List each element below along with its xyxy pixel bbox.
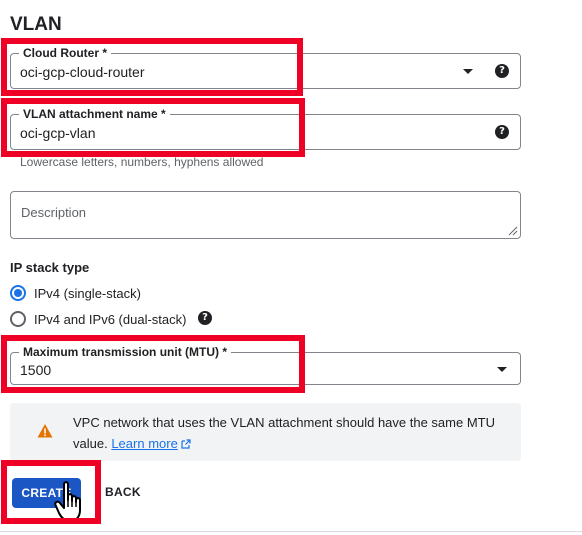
- vlan-attachment-name-value: oci-gcp-vlan: [20, 125, 96, 141]
- ip-stack-type-title: IP stack type: [10, 260, 90, 275]
- radio-label: IPv4 and IPv6 (dual-stack): [34, 311, 187, 327]
- external-link-icon[interactable]: [181, 439, 191, 449]
- radio-label: IPv4 (single-stack): [34, 285, 141, 301]
- mtu-label: Maximum transmission unit (MTU) *: [19, 345, 232, 359]
- help-icon[interactable]: ?: [198, 311, 212, 325]
- help-icon[interactable]: ?: [495, 125, 509, 139]
- warning-text: VPC network that uses the VLAN attachmen…: [73, 412, 513, 454]
- vlan-attachment-name-input[interactable]: VLAN attachment name * oci-gcp-vlan ?: [10, 107, 521, 150]
- back-button[interactable]: BACK: [105, 485, 141, 499]
- cloud-router-value: oci-gcp-cloud-router: [20, 64, 145, 80]
- resize-grip-icon[interactable]: [508, 226, 518, 236]
- caret-down-icon[interactable]: [497, 367, 507, 372]
- cloud-router-label: Cloud Router *: [19, 46, 111, 60]
- mtu-value: 1500: [20, 362, 52, 378]
- bottom-divider: [0, 531, 582, 532]
- description-placeholder: Description: [21, 205, 87, 220]
- mtu-warning-box: VPC network that uses the VLAN attachmen…: [10, 403, 521, 461]
- radio-button-checked[interactable]: [10, 285, 26, 301]
- description-textarea[interactable]: Description: [10, 191, 521, 239]
- radio-ipv4-single-stack[interactable]: IPv4 (single-stack): [10, 285, 141, 301]
- warning-icon: [37, 424, 53, 438]
- section-title: VLAN: [10, 14, 62, 35]
- hand-pointer-cursor-icon: [54, 481, 81, 522]
- radio-ipv4-ipv6-dual-stack[interactable]: IPv4 and IPv6 (dual-stack): [10, 311, 186, 327]
- radio-button-unchecked[interactable]: [10, 311, 26, 327]
- vlan-attachment-name-label: VLAN attachment name *: [19, 107, 170, 121]
- learn-more-link[interactable]: Learn more: [111, 436, 177, 451]
- vlan-name-hint: Lowercase letters, numbers, hyphens allo…: [20, 155, 264, 169]
- mtu-select[interactable]: Maximum transmission unit (MTU) * 1500: [10, 345, 521, 385]
- caret-down-icon[interactable]: [463, 69, 473, 74]
- cloud-router-select[interactable]: Cloud Router * oci-gcp-cloud-router ?: [10, 46, 521, 89]
- help-icon[interactable]: ?: [495, 64, 509, 78]
